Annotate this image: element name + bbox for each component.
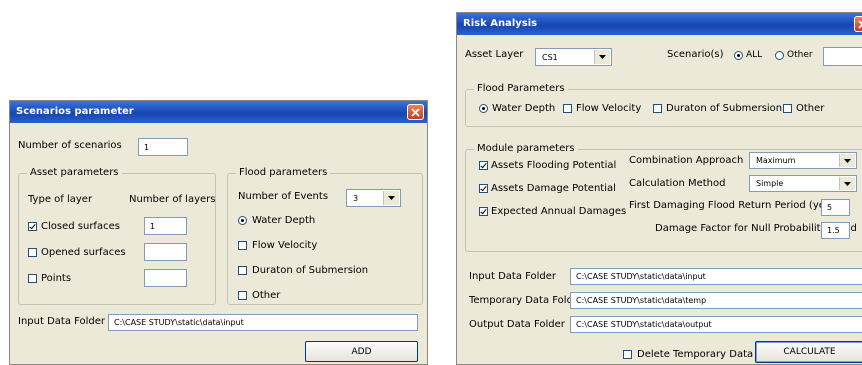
assets-flooding-potential-label: Assets Flooding Potential [491, 160, 617, 171]
combination-approach-value: Maximum [756, 156, 796, 165]
risk-other-flood-label: Other [796, 103, 825, 114]
other-flood-label: Other [252, 290, 281, 301]
number-of-events-label: Number of Events [238, 191, 329, 202]
flow-velocity-label: Flow Velocity [252, 240, 318, 251]
scenarios-title-bar[interactable]: Scenarios parameter [10, 101, 427, 123]
delete-temporary-data-label: Delete Temporary Data [637, 349, 754, 360]
points-label: Points [41, 273, 72, 284]
output-data-folder-input[interactable]: C:\CASE STUDY\static\data\output [570, 316, 862, 333]
scenarios-parameter-window: Scenarios parameter Number of scenarios … [9, 100, 428, 365]
close-icon[interactable] [407, 104, 424, 120]
number-of-events-dropdown[interactable]: 3 [346, 189, 401, 207]
scenario-all-label: ALL [746, 50, 763, 60]
risk-other-flood-checkbox[interactable] [783, 104, 792, 113]
asset-layer-label: Asset Layer [465, 49, 524, 60]
input-data-folder-input[interactable]: C:\CASE STUDY\static\data\input [108, 314, 418, 331]
water-depth-radio[interactable] [238, 216, 247, 225]
chevron-down-icon[interactable] [839, 154, 855, 167]
opened-surfaces-layers-input[interactable] [144, 243, 187, 261]
scenarios-label: Scenario(s) [667, 49, 724, 60]
water-depth-label: Water Depth [252, 215, 316, 226]
opened-surfaces-label: Opened surfaces [41, 247, 126, 258]
scenario-other-label: Other [787, 50, 813, 60]
calculation-method-label: Calculation Method [629, 178, 726, 189]
delete-temporary-data-checkbox[interactable] [623, 350, 632, 359]
close-icon[interactable] [854, 16, 862, 32]
return-period-input[interactable]: 5 [821, 199, 850, 216]
flow-velocity-checkbox[interactable] [238, 241, 247, 250]
combination-approach-dropdown[interactable]: Maximum [749, 152, 857, 169]
calculation-method-value: Simple [756, 179, 784, 188]
assets-damage-potential-checkbox[interactable] [479, 184, 488, 193]
closed-surfaces-checkbox[interactable] [28, 222, 37, 231]
risk-flow-velocity-label: Flow Velocity [576, 103, 642, 114]
asset-layer-dropdown[interactable]: CS1 [535, 48, 612, 66]
type-of-layer-header: Type of layer [28, 194, 93, 205]
scenarios-window-title: Scenarios parameter [16, 106, 134, 117]
closed-surfaces-label: Closed surfaces [41, 221, 120, 232]
return-period-label: First Damaging Flood Return Period (year… [629, 200, 845, 211]
number-of-layers-header: Number of layers [129, 194, 216, 205]
flood-parameters-title: Flood parameters [236, 167, 331, 178]
scenario-all-radio[interactable] [734, 51, 743, 60]
temporary-data-folder-label: Temporary Data Folder [469, 295, 584, 306]
null-probability-damage-factor-input[interactable]: 1.5 [821, 222, 850, 239]
number-of-scenarios-label: Number of scenarios [18, 140, 122, 151]
temporary-data-folder-input[interactable]: C:\CASE STUDY\static\data\temp [570, 292, 862, 309]
risk-flood-parameters-title: Flood Parameters [474, 83, 568, 94]
duration-of-submersion-label: Duraton of Submersion [252, 265, 369, 276]
other-flood-checkbox[interactable] [238, 291, 247, 300]
scenario-other-input[interactable] [823, 47, 862, 66]
closed-surfaces-layers-input[interactable]: 1 [144, 217, 187, 235]
input-data-folder-label: Input Data Folder [18, 316, 106, 327]
assets-flooding-potential-checkbox[interactable] [479, 161, 488, 170]
assets-damage-potential-label: Assets Damage Potential [491, 183, 616, 194]
risk-window-title: Risk Analysis [463, 18, 538, 29]
calculation-method-dropdown[interactable]: Simple [749, 175, 857, 192]
opened-surfaces-checkbox[interactable] [28, 248, 37, 257]
risk-input-data-folder-input[interactable]: C:\CASE STUDY\static\data\input [570, 268, 862, 285]
risk-analysis-window: Risk Analysis Asset Layer CS1 Scenario(s… [456, 12, 862, 365]
risk-duration-of-submersion-label: Duraton of Submersion [666, 103, 783, 114]
risk-water-depth-label: Water Depth [492, 103, 556, 114]
combination-approach-label: Combination Approach [629, 155, 744, 166]
risk-duration-of-submersion-checkbox[interactable] [653, 104, 662, 113]
asset-layer-value: CS1 [542, 52, 558, 62]
duration-of-submersion-checkbox[interactable] [238, 266, 247, 275]
expected-annual-damages-label: Expected Annual Damages [491, 206, 627, 217]
chevron-down-icon[interactable] [383, 191, 399, 205]
asset-parameters-title: Asset parameters [27, 167, 122, 178]
output-data-folder-label: Output Data Folder [469, 319, 565, 330]
number-of-scenarios-input[interactable]: 1 [138, 138, 188, 156]
risk-water-depth-radio[interactable] [479, 104, 488, 113]
add-button[interactable]: ADD [305, 341, 418, 362]
expected-annual-damages-checkbox[interactable] [479, 207, 488, 216]
points-checkbox[interactable] [28, 274, 37, 283]
risk-title-bar[interactable]: Risk Analysis [457, 13, 862, 35]
points-layers-input[interactable] [144, 269, 187, 287]
chevron-down-icon[interactable] [594, 50, 610, 64]
risk-input-data-folder-label: Input Data Folder [469, 271, 557, 282]
module-parameters-title: Module parameters [474, 143, 578, 154]
risk-flow-velocity-checkbox[interactable] [563, 104, 572, 113]
scenario-other-radio[interactable] [775, 51, 784, 60]
number-of-events-value: 3 [353, 193, 359, 203]
chevron-down-icon[interactable] [839, 177, 855, 190]
calculate-button[interactable]: CALCULATE [755, 341, 862, 363]
